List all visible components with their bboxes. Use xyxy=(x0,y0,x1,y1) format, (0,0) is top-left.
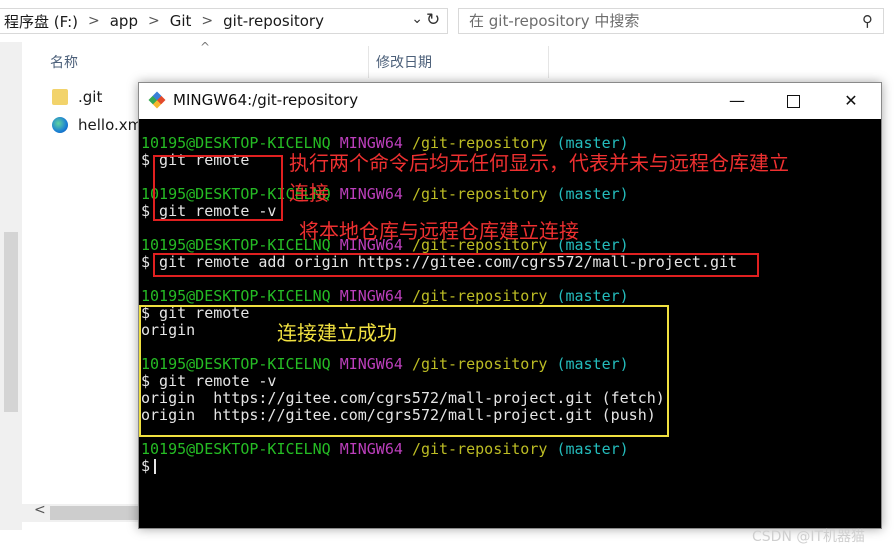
prompt-line: 10195@DESKTOP-KICELNQ MINGW64 /git-repos… xyxy=(141,288,629,305)
command-line[interactable]: $ xyxy=(141,457,157,475)
close-button[interactable]: ✕ xyxy=(828,87,874,115)
chevron-right-icon: > xyxy=(147,13,160,29)
text-cursor xyxy=(154,459,157,474)
prompt-branch: (master) xyxy=(556,185,629,203)
refresh-icon[interactable]: ↻ xyxy=(426,10,440,30)
prompt-symbol: $ xyxy=(141,457,151,475)
breadcrumb[interactable]: 程序盘 (F:) > app > Git > git-repository ⌄ xyxy=(0,8,448,34)
annotation-box-success xyxy=(139,305,669,437)
edge-icon xyxy=(52,117,68,133)
maximize-button[interactable] xyxy=(770,87,816,115)
git-logo-icon xyxy=(148,91,166,109)
prompt-path: /git-repository xyxy=(411,440,548,458)
folder-icon xyxy=(52,89,68,105)
prompt-user: 10195@DESKTOP-KICELNQ xyxy=(141,134,331,152)
chevron-left-icon[interactable]: < xyxy=(34,502,46,518)
prompt-path: /git-repository xyxy=(411,134,548,152)
annotation-link-local: 将本地仓库与远程仓库建立连接 xyxy=(299,219,579,243)
terminal-window[interactable]: MINGW64:/git-repository — ✕ 10195@DESKTO… xyxy=(138,82,882,529)
prompt-user: 10195@DESKTOP-KICELNQ xyxy=(141,287,331,305)
column-header: 名称 ^ 修改日期 xyxy=(0,40,895,78)
annotation-success: 连接建立成功 xyxy=(277,321,397,345)
vertical-scrollbar[interactable] xyxy=(0,42,22,530)
breadcrumb-git[interactable]: Git xyxy=(166,12,196,30)
window-title: MINGW64:/git-repository xyxy=(173,91,359,109)
title-bar[interactable]: MINGW64:/git-repository — ✕ xyxy=(139,83,881,119)
terminal-output[interactable]: 10195@DESKTOP-KICELNQ MINGW64 /git-repos… xyxy=(139,119,881,528)
breadcrumb-drive[interactable]: 程序盘 (F:) xyxy=(0,11,82,32)
column-divider[interactable] xyxy=(368,46,369,78)
prompt-branch: (master) xyxy=(556,134,629,152)
column-modified-date[interactable]: 修改日期 xyxy=(376,52,432,72)
breadcrumb-app[interactable]: app xyxy=(106,12,142,30)
annotation-box-no-output xyxy=(153,155,283,221)
sort-up-icon: ^ xyxy=(200,40,211,54)
chevron-down-icon[interactable]: ⌄ xyxy=(411,11,423,27)
column-name[interactable]: 名称 xyxy=(50,52,78,72)
column-divider[interactable] xyxy=(548,46,549,78)
prompt-system: MINGW64 xyxy=(339,185,403,203)
prompt-line: 10195@DESKTOP-KICELNQ MINGW64 /git-repos… xyxy=(141,441,629,458)
search-placeholder: 在 git-repository 中搜索 xyxy=(469,12,640,30)
address-bar: 程序盘 (F:) > app > Git > git-repository ⌄ … xyxy=(0,0,895,42)
chevron-right-icon: > xyxy=(201,13,214,29)
scrollbar-thumb[interactable] xyxy=(4,232,18,412)
prompt-system: MINGW64 xyxy=(339,440,403,458)
annotation-box-add-origin xyxy=(153,253,759,277)
file-name: .git xyxy=(78,88,103,106)
scrollbar-thumb[interactable] xyxy=(50,506,138,520)
search-input[interactable]: 在 git-repository 中搜索 ⚲ xyxy=(458,8,884,34)
chevron-right-icon: > xyxy=(88,13,100,29)
prompt-path: /git-repository xyxy=(411,185,548,203)
prompt-branch: (master) xyxy=(556,440,629,458)
maximize-icon xyxy=(786,95,800,108)
search-icon[interactable]: ⚲ xyxy=(862,9,873,33)
breadcrumb-git-repository[interactable]: git-repository xyxy=(219,12,328,30)
file-item-git[interactable]: .git xyxy=(52,88,102,106)
watermark: CSDN @IT机器猫 xyxy=(752,529,866,545)
file-name: hello.xml xyxy=(78,116,147,134)
file-item-hello[interactable]: hello.xml xyxy=(52,116,146,134)
prompt-user: 10195@DESKTOP-KICELNQ xyxy=(141,440,331,458)
minimize-button[interactable]: — xyxy=(714,87,760,115)
prompt-system: MINGW64 xyxy=(339,134,403,152)
annotation-no-output: 执行两个命令后均无任何显示，代表并未与远程仓库建立 xyxy=(289,151,789,175)
prompt-branch: (master) xyxy=(556,287,629,305)
annotation-no-output-continued: 连接 xyxy=(289,181,329,205)
prompt-path: /git-repository xyxy=(411,287,548,305)
prompt-system: MINGW64 xyxy=(339,287,403,305)
prompt-line: 10195@DESKTOP-KICELNQ MINGW64 /git-repos… xyxy=(141,135,629,152)
